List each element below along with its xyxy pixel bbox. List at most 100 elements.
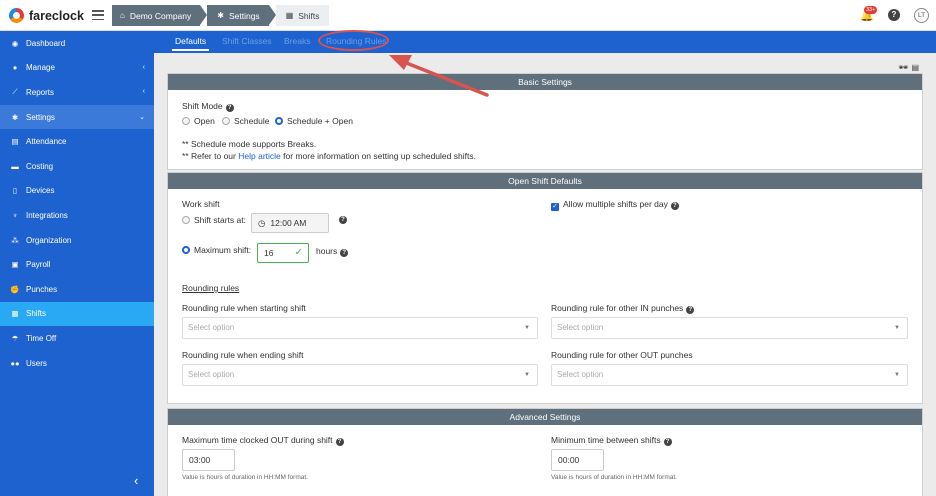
help-icon[interactable]: ? [663, 438, 672, 446]
sidebar-item-dashboard[interactable]: ◉ Dashboard [0, 31, 154, 56]
maximum-shift-input[interactable]: 16 ✓ [257, 243, 309, 263]
help-icon[interactable]: ? [335, 438, 344, 446]
rr-out-label: Rounding rule for other OUT punches [551, 350, 693, 360]
menu-icon[interactable] [92, 9, 104, 21]
panel-title: Basic Settings [168, 74, 922, 90]
caret-down-icon: ▼ [894, 325, 900, 331]
rr-in-select[interactable]: Select option ▼ [551, 317, 908, 339]
caret-down-icon: ▼ [894, 372, 900, 378]
help-article-link[interactable]: Help article [238, 151, 281, 161]
costing-icon: ▬ [11, 161, 19, 171]
sidebar-item-time-off[interactable]: ☂ Time Off [0, 326, 154, 351]
main-content: 🕶▤ Basic Settings Shift Mode? Open Sched… [154, 53, 936, 496]
sidebar-item-punches[interactable]: ✊ Punches [0, 277, 154, 302]
check-icon: ✓ [294, 247, 303, 258]
min-between-hint: Value is hours of duration in HH:MM form… [551, 474, 677, 481]
gear-icon: ✱ [217, 11, 224, 20]
calendar-icon: ▦ [11, 309, 19, 319]
sidebar-item-payroll[interactable]: ▣ Payroll [0, 252, 154, 277]
breadcrumb-settings[interactable]: ✱ Settings [207, 5, 269, 26]
help-icon[interactable]: ? [340, 249, 349, 257]
avatar[interactable]: LT [914, 8, 929, 23]
sidebar-item-settings[interactable]: ✱ Settings ⌄ [0, 104, 154, 130]
breadcrumb-separator [200, 5, 208, 25]
sidebar: ◉ Dashboard ● Manage ‹ ⟋ Reports ‹ ✱ Settings ⌄… [0, 31, 154, 496]
open-shift-defaults-panel: Open Shift Defaults Work shift Shift sta… [167, 172, 923, 404]
plug-icon: ♆ [12, 210, 18, 220]
breadcrumb-separator [268, 5, 276, 25]
collapse-sidebar-icon[interactable]: ‹ [134, 473, 138, 488]
caret-down-icon: ▼ [524, 325, 530, 331]
clock-icon: ◷ [258, 218, 266, 228]
allow-multiple-shifts-checkbox[interactable]: ✓ Allow multiple shifts per day? [551, 199, 679, 211]
tab-defaults[interactable]: Defaults [171, 36, 210, 51]
top-bar: fareclock ⌂ Demo Company ✱ Settings ▦ Sh… [0, 0, 936, 31]
max-out-input[interactable]: 03:00 [182, 449, 235, 471]
chevron-left-icon: ‹ [142, 63, 145, 71]
help-icon[interactable]: ? [686, 306, 695, 314]
panel-title: Open Shift Defaults [168, 173, 922, 189]
sidebar-item-devices[interactable]: ▯ Devices [0, 179, 154, 204]
max-out-label: Maximum time clocked OUT during shift? [182, 435, 344, 446]
chevron-down-icon: ⌄ [139, 113, 145, 121]
chevron-left-icon: ‹ [142, 88, 145, 96]
sidebar-item-attendance[interactable]: ▤ Attendance [0, 129, 154, 154]
radio-shift-starts[interactable]: Shift starts at: [182, 215, 246, 225]
help-icon[interactable]: ? [888, 9, 900, 21]
help-icon[interactable]: ? [339, 216, 347, 224]
chart-icon: ⟋ [12, 87, 18, 97]
rr-start-label: Rounding rule when starting shift [182, 303, 306, 313]
sidebar-item-costing[interactable]: ▬ Costing [0, 154, 154, 179]
toolbar-icons: 🕶▤ [898, 63, 922, 72]
sidebar-item-manage[interactable]: ● Manage ‹ [0, 56, 154, 81]
annotation-oval [318, 30, 389, 51]
work-shift-label: Work shift [182, 199, 220, 209]
punch-icon: ✊ [10, 284, 20, 294]
logo[interactable]: fareclock [9, 8, 84, 23]
radio-maximum-shift[interactable]: Maximum shift: [182, 245, 251, 255]
checkbox-checked-icon: ✓ [551, 203, 559, 211]
org-icon: ⁂ [11, 235, 19, 245]
sidebar-item-users[interactable]: ●● Users [0, 351, 154, 376]
radio-icon [182, 117, 190, 125]
min-between-label: Minimum time between shifts? [551, 435, 672, 446]
caret-down-icon: ▼ [524, 372, 530, 378]
logo-icon [9, 8, 24, 23]
shift-start-time-input[interactable]: ◷ 12:00 AM [251, 213, 329, 233]
sidebar-item-shifts[interactable]: ▦ Shifts [0, 301, 154, 327]
sidebar-item-reports[interactable]: ⟋ Reports ‹ [0, 80, 154, 105]
radio-open[interactable]: Open [182, 116, 215, 126]
sidebar-item-integrations[interactable]: ♆ Integrations [0, 203, 154, 228]
rounding-rules-heading: Rounding rules [182, 283, 240, 293]
notification-badge: 33+ [864, 6, 878, 14]
rr-end-select[interactable]: Select option ▼ [182, 364, 538, 386]
incognito-icon[interactable]: 🕶 [898, 63, 911, 72]
radio-schedule-open[interactable]: Schedule + Open [275, 116, 353, 126]
min-between-input[interactable]: 00:00 [551, 449, 604, 471]
tab-breaks[interactable]: Breaks [284, 36, 310, 46]
advanced-settings-panel: Advanced Settings Maximum time clocked O… [167, 408, 923, 496]
sidebar-item-organization[interactable]: ⁂ Organization [0, 228, 154, 253]
beach-icon: ☂ [11, 333, 19, 343]
breadcrumb-demo-company[interactable]: ⌂ Demo Company [112, 5, 201, 26]
radio-schedule[interactable]: Schedule [222, 116, 269, 126]
help-icon[interactable]: ? [225, 104, 234, 112]
note-schedule-breaks: ** Schedule mode supports Breaks. [182, 139, 317, 149]
help-icon[interactable]: ? [670, 202, 679, 210]
users-icon: ●● [10, 358, 20, 368]
rr-start-select[interactable]: Select option ▼ [182, 317, 538, 339]
basic-settings-panel: Basic Settings Shift Mode? Open Schedule… [167, 73, 923, 170]
device-icon: ▯ [12, 186, 18, 196]
attendance-icon: ▤ [11, 137, 19, 147]
tab-shift-classes[interactable]: Shift Classes [222, 36, 272, 46]
rr-in-label: Rounding rule for other IN punches? [551, 303, 695, 314]
radio-selected-icon [182, 246, 190, 254]
settings-tabs: Defaults Shift Classes Breaks Rounding R… [154, 31, 936, 53]
panel-title: Advanced Settings [168, 409, 922, 425]
home-icon: ⌂ [120, 11, 125, 20]
radio-selected-icon [275, 117, 283, 125]
id-card-icon[interactable]: ▤ [911, 63, 922, 72]
rr-out-select[interactable]: Select option ▼ [551, 364, 908, 386]
app-name: fareclock [29, 8, 84, 23]
breadcrumb: ⌂ Demo Company ✱ Settings ▦ Shifts [112, 5, 329, 26]
